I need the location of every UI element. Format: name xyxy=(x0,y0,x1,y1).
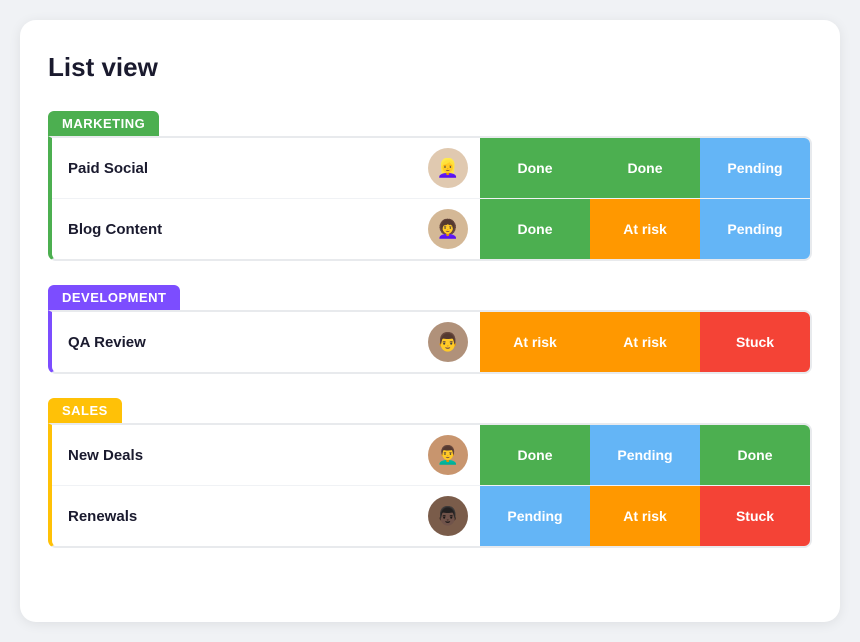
page-title: List view xyxy=(48,52,812,83)
status-badge: Pending xyxy=(700,138,810,198)
group-header-sales: SALES xyxy=(48,398,122,423)
status-badge: Done xyxy=(480,199,590,259)
group-development: DEVELOPMENTQA Review👨At riskAt riskStuck xyxy=(48,285,812,374)
status-badge: At risk xyxy=(590,199,700,259)
status-cells: At riskAt riskStuck xyxy=(480,312,810,372)
status-badge: Stuck xyxy=(700,486,810,546)
table-row: QA Review👨At riskAt riskStuck xyxy=(52,312,810,372)
status-cells: PendingAt riskStuck xyxy=(480,486,810,546)
avatar: 👨🏿 xyxy=(428,496,468,536)
status-badge: At risk xyxy=(590,312,700,372)
main-card: List view MARKETINGPaid Social👱‍♀️DoneDo… xyxy=(20,20,840,622)
avatar: 👨 xyxy=(428,322,468,362)
status-badge: At risk xyxy=(480,312,590,372)
status-badge: Stuck xyxy=(700,312,810,372)
table-row: Renewals👨🏿 PendingAt riskStuck xyxy=(52,486,810,546)
status-badge: Pending xyxy=(700,199,810,259)
status-cells: DonePendingDone xyxy=(480,425,810,485)
table-row: Paid Social👱‍♀️DoneDonePending xyxy=(52,138,810,199)
group-body-marketing: Paid Social👱‍♀️DoneDonePendingBlog Conte… xyxy=(48,136,812,261)
row-name: QA Review xyxy=(52,322,428,363)
avatar: 👱‍♀️ xyxy=(428,148,468,188)
row-name: New Deals xyxy=(52,435,428,476)
group-sales: SALESNew Deals👨‍🦱DonePendingDoneRenewals… xyxy=(48,398,812,548)
status-badge: Pending xyxy=(590,425,700,485)
status-badge: Done xyxy=(700,425,810,485)
status-badge: Done xyxy=(590,138,700,198)
row-name: Paid Social xyxy=(52,148,428,189)
row-name: Blog Content xyxy=(52,209,428,250)
group-body-development: QA Review👨At riskAt riskStuck xyxy=(48,310,812,374)
group-header-development: DEVELOPMENT xyxy=(48,285,180,310)
table-row: New Deals👨‍🦱 DonePendingDone xyxy=(52,425,810,486)
row-name: Renewals xyxy=(52,496,428,537)
group-body-sales: New Deals👨‍🦱DonePendingDoneRenewals👨🏿Pen… xyxy=(48,423,812,548)
status-cells: DoneDonePending xyxy=(480,138,810,198)
avatar: 👩‍🦱 xyxy=(428,209,468,249)
status-badge: Done xyxy=(480,425,590,485)
avatar: 👨‍🦱 xyxy=(428,435,468,475)
status-cells: DoneAt riskPending xyxy=(480,199,810,259)
table-row: Blog Content👩‍🦱 DoneAt riskPending xyxy=(52,199,810,259)
group-header-marketing: MARKETING xyxy=(48,111,159,136)
status-badge: At risk xyxy=(590,486,700,546)
status-badge: Pending xyxy=(480,486,590,546)
status-badge: Done xyxy=(480,138,590,198)
group-marketing: MARKETINGPaid Social👱‍♀️DoneDonePendingB… xyxy=(48,111,812,261)
